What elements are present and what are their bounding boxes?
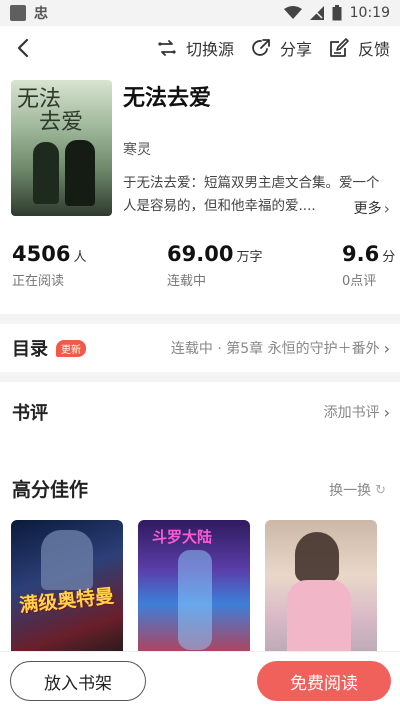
battery-icon <box>332 5 342 21</box>
chevron-right-icon: › <box>383 402 390 422</box>
card-title: 斗罗大陆 <box>152 528 213 546</box>
book-cover[interactable]: 无法 去爱 <box>11 80 112 216</box>
switch-source-label: 切换源 <box>185 40 234 59</box>
book-title: 无法去爱 <box>123 86 212 111</box>
card-art <box>178 550 212 650</box>
stat-score: 9.6 分 0点评 <box>342 242 396 289</box>
free-read-button[interactable]: 免费阅读 <box>257 661 391 701</box>
book-author[interactable]: 寒灵 <box>123 139 151 159</box>
share-button[interactable]: 分享 <box>250 36 312 60</box>
cover-figure-right <box>65 140 95 206</box>
status-bar: 忠 10:19 <box>0 0 400 26</box>
catalog-title: 目录 <box>12 339 48 360</box>
top-bar: 切换源 分享 反馈 <box>0 26 400 70</box>
recommend-title: 高分佳作 <box>12 479 89 501</box>
book-stats: 4506 人 正在阅读 69.00 万字 连载中 9.6 分 0点评 <box>0 242 400 297</box>
status-app-glyph: 忠 <box>34 6 48 22</box>
update-badge: 更新 <box>56 339 86 357</box>
stat-readers: 4506 人 正在阅读 <box>12 242 87 289</box>
share-icon <box>252 39 270 56</box>
stat-words: 69.00 万字 连载中 <box>167 242 263 289</box>
reviews-title: 书评 <box>12 403 48 424</box>
chevron-right-icon: › <box>383 198 390 218</box>
cover-figure-left <box>33 142 59 204</box>
switch-source-button[interactable]: 切换源 <box>156 36 234 60</box>
more-label: 更多 <box>353 201 382 217</box>
back-arrow-icon[interactable] <box>12 34 36 62</box>
refresh-button[interactable]: 换一换 ↻ <box>329 480 386 500</box>
add-review-button[interactable]: 添加书评 › <box>324 402 390 422</box>
catalog-status: 连载中 · 第5章 永恒的守护＋番外 <box>170 341 380 357</box>
section-divider <box>0 372 400 382</box>
card-art <box>41 530 93 590</box>
recommend-card[interactable]: 斗罗大陆 <box>138 520 250 660</box>
card-art <box>287 580 351 660</box>
catalog-row[interactable]: 目录 更新 连载中 · 第5章 永恒的守护＋番外 › <box>0 325 400 371</box>
status-time: 10:19 <box>349 5 390 21</box>
more-button[interactable]: 更多 › <box>347 198 390 218</box>
section-divider <box>0 314 400 324</box>
add-review-label: 添加书评 <box>323 405 380 421</box>
share-label: 分享 <box>279 40 312 59</box>
wifi-icon <box>283 6 302 19</box>
reviews-row: 书评 添加书评 › <box>0 389 400 435</box>
chevron-right-icon: › <box>383 338 390 358</box>
feedback-icon <box>330 38 349 57</box>
recommend-card[interactable]: 满级奥特曼 <box>11 520 123 660</box>
refresh-label: 换一换 <box>329 483 372 499</box>
switch-source-icon <box>158 40 176 56</box>
recommend-card[interactable] <box>265 520 377 660</box>
cover-title: 无法 去爱 <box>17 87 84 136</box>
notification-square-icon <box>10 5 26 21</box>
refresh-icon: ↻ <box>375 482 386 498</box>
bottom-bar: 放入书架 免费阅读 <box>0 651 400 709</box>
feedback-button[interactable]: 反馈 <box>328 36 390 60</box>
feedback-label: 反馈 <box>357 40 390 59</box>
add-to-shelf-button[interactable]: 放入书架 <box>10 661 146 701</box>
signal-icon <box>309 6 324 20</box>
card-title: 满级奥特曼 <box>18 585 116 617</box>
card-art <box>295 532 339 582</box>
